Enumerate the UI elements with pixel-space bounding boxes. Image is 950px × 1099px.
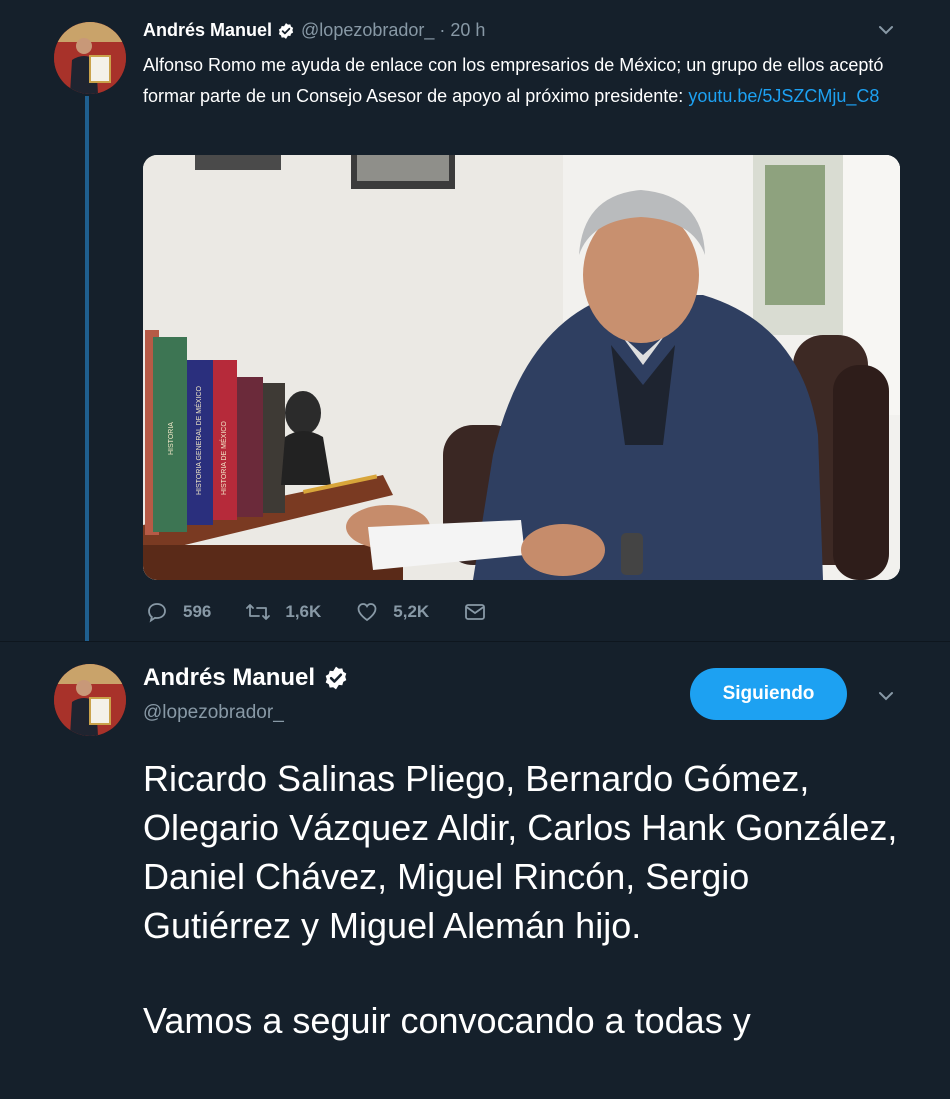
- tweet-text: Alfonso Romo me ayuda de enlace con los …: [143, 50, 913, 112]
- separator-dot: ·: [439, 20, 446, 40]
- reply-icon: [148, 603, 166, 623]
- book-spine-text: HISTORIA GENERAL DE MÉXICO: [194, 386, 203, 495]
- retweet-button[interactable]: 1,6K: [245, 600, 321, 624]
- author-name[interactable]: Andrés Manuel: [143, 20, 272, 41]
- like-count: 5,2K: [393, 602, 430, 621]
- author-handle[interactable]: @lopezobrador_: [301, 20, 434, 41]
- thread-connector-line: [85, 96, 89, 648]
- reply-count: 596: [183, 602, 212, 621]
- following-button[interactable]: Siguiendo: [690, 668, 847, 720]
- retweet-count: 1,6K: [285, 602, 322, 621]
- envelope-icon: [465, 604, 486, 620]
- chevron-down-icon[interactable]: [876, 20, 896, 46]
- like-button[interactable]: 5,2K: [355, 600, 429, 624]
- tweet-paragraph: Vamos a seguir convocando a todas y: [143, 1000, 751, 1041]
- tweet-original[interactable]: Andrés Manuel @lopezobrador_ · 20 h Alfo…: [0, 0, 950, 648]
- tweet-text: Ricardo Salinas Pliego, Bernardo Gómez, …: [143, 754, 903, 1091]
- retweet-icon: [246, 604, 271, 620]
- avatar[interactable]: [54, 22, 126, 94]
- book-spine-text: HISTORIA: [168, 422, 175, 455]
- reply-button[interactable]: 596: [145, 600, 211, 624]
- verified-badge-icon: [325, 666, 347, 690]
- author-name-row: Andrés Manuel: [143, 664, 349, 692]
- chevron-down-icon[interactable]: [876, 686, 896, 712]
- tweet-focused: Andrés Manuel @lopezobrador_ Siguiendo R…: [0, 642, 950, 1099]
- tweet-actions: 596 1,6K 5,2K: [145, 600, 535, 624]
- author-handle[interactable]: @lopezobrador_: [143, 702, 284, 724]
- tweet-timestamp[interactable]: 20 h: [450, 20, 485, 41]
- author-name[interactable]: Andrés Manuel: [143, 664, 315, 692]
- tweet-link[interactable]: youtu.be/5JSZCMju_C8: [688, 86, 879, 106]
- tweet-media-photo[interactable]: HISTORIA HISTORIA GENERAL DE MÉXICO HIST…: [143, 155, 900, 580]
- avatar[interactable]: [54, 664, 126, 736]
- tweet-header: Andrés Manuel @lopezobrador_ · 20 h: [143, 20, 485, 41]
- book-spine-text: HISTORIA DE MÉXICO: [219, 421, 228, 495]
- heart-icon: [357, 603, 377, 622]
- tweet-paragraph: Ricardo Salinas Pliego, Bernardo Gómez, …: [143, 758, 898, 946]
- direct-message-button[interactable]: [463, 600, 501, 624]
- verified-badge-icon: [278, 22, 294, 39]
